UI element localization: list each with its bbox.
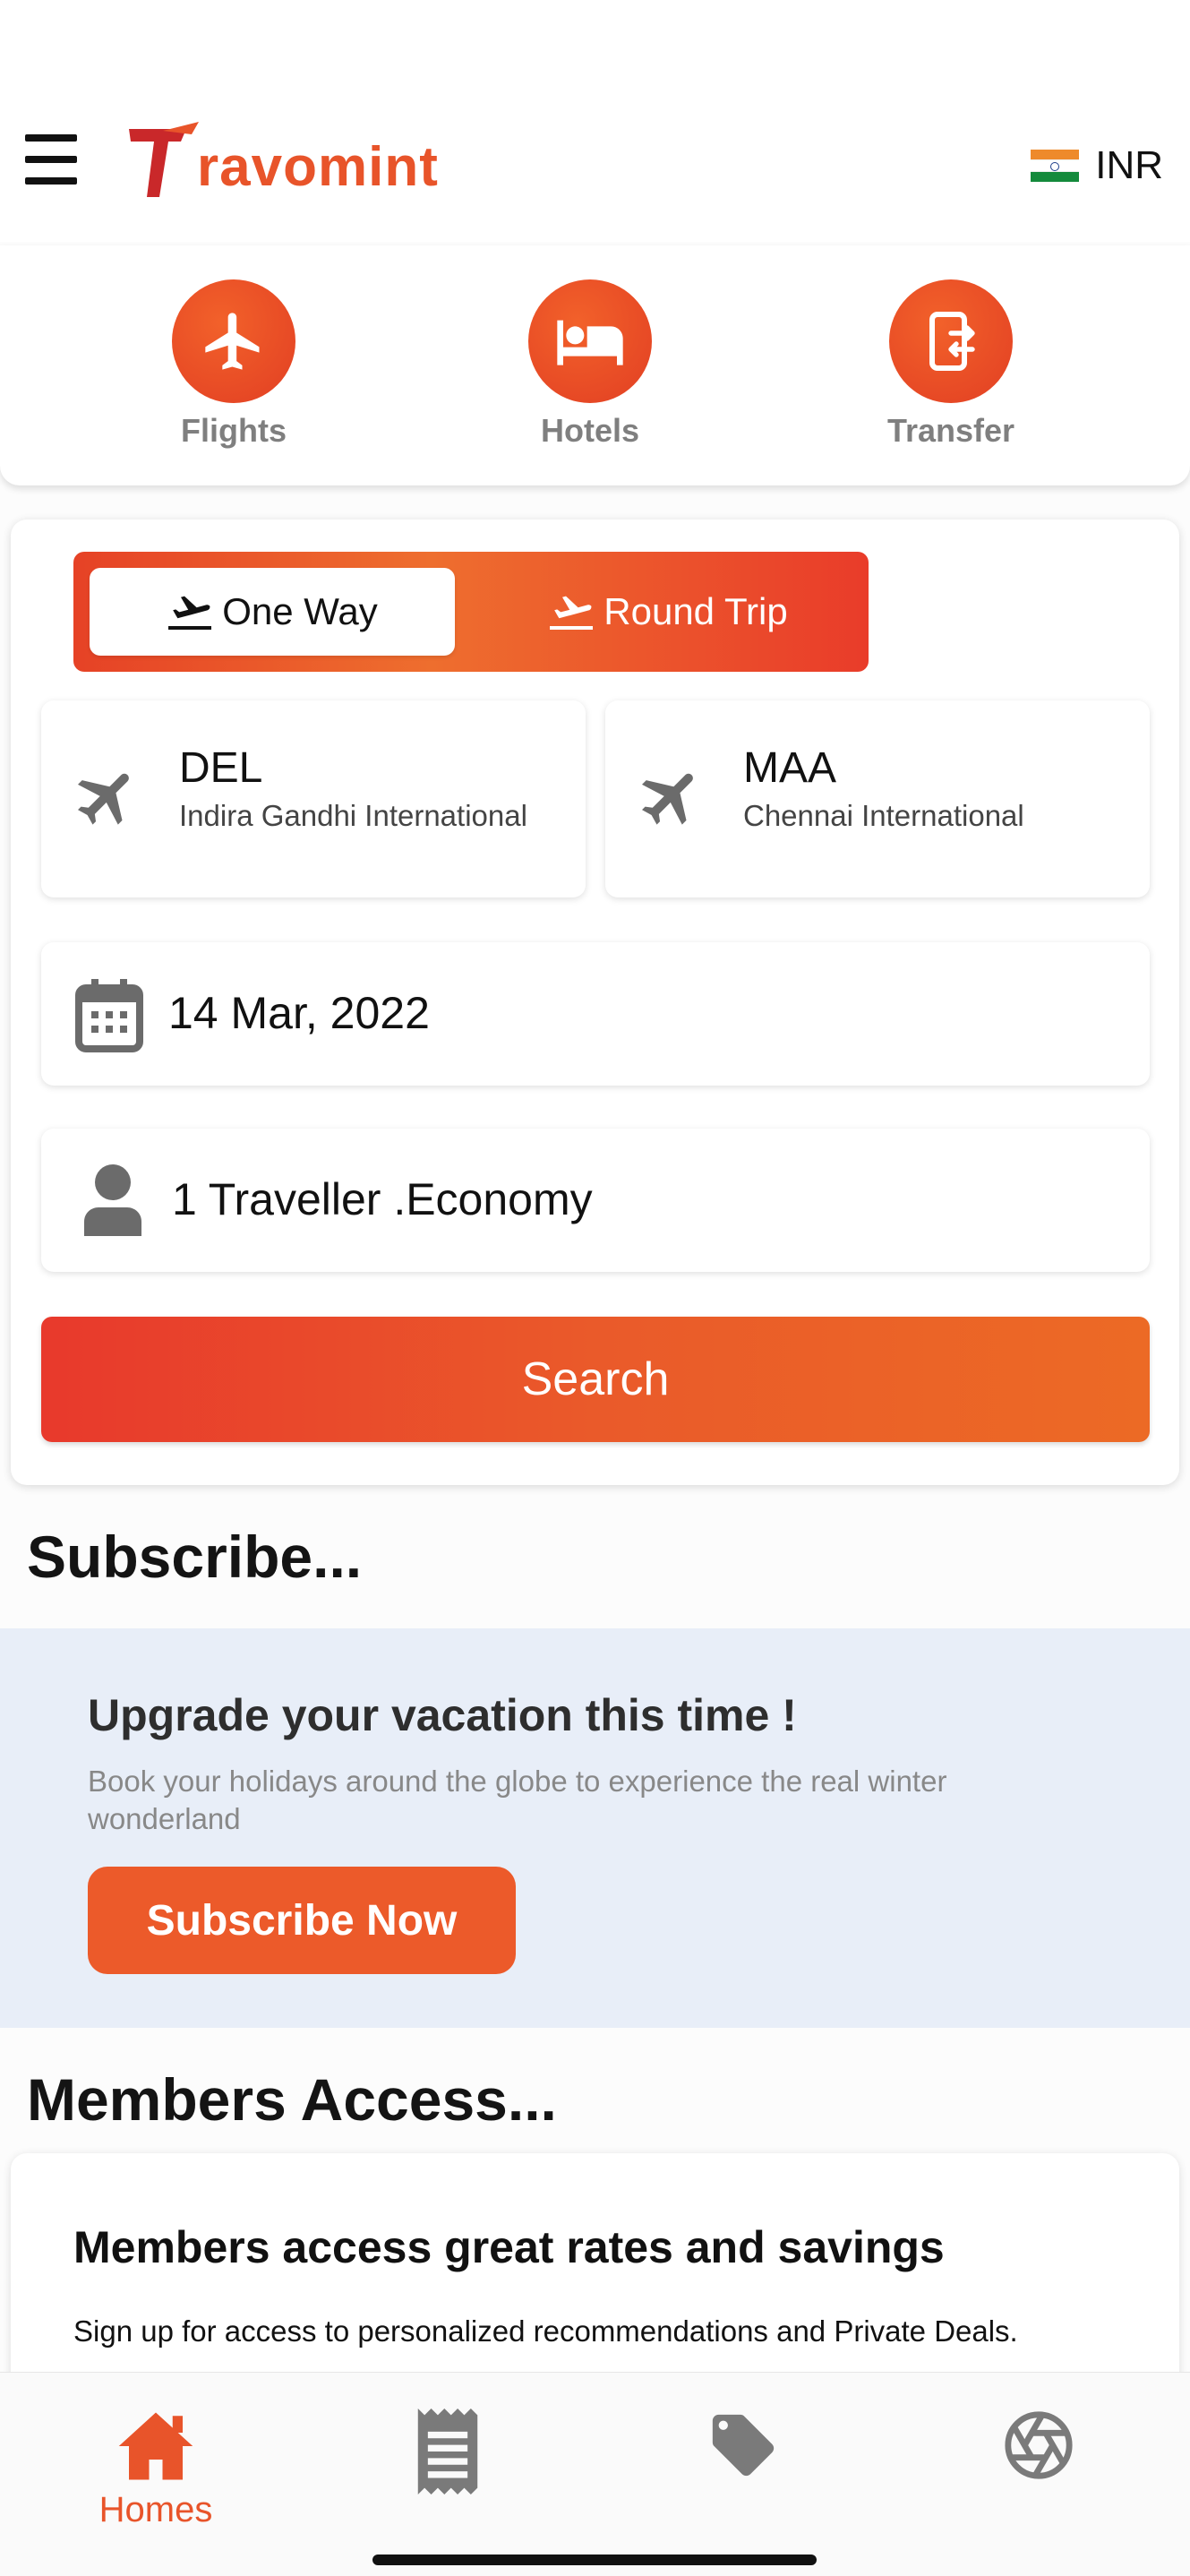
from-airport-field[interactable]: DEL Indira Gandhi International [41, 700, 586, 897]
tab-one-way[interactable]: One Way [90, 568, 455, 656]
subscribe-heading: Upgrade your vacation this time ! [88, 1690, 797, 1740]
brand-name: ravomint [197, 136, 439, 198]
receipt-icon [417, 2409, 478, 2494]
page: ravomint INR Flights Hotels Transfer One… [0, 0, 1190, 2576]
nav-bookings[interactable] [367, 2409, 528, 2499]
service-label: Transfer [886, 412, 1015, 449]
to-airport-code: MAA [743, 744, 837, 792]
services-bar: Flights Hotels Transfer [0, 245, 1190, 485]
from-airport-name: Indira Gandhi International [179, 799, 527, 832]
trip-type-toggle: One Way Round Trip [73, 552, 869, 672]
tab-round-trip[interactable]: Round Trip [485, 568, 851, 656]
subscribe-banner: Upgrade your vacation this time ! Book y… [0, 1628, 1190, 2028]
members-heading: Members access great rates and savings [73, 2222, 945, 2272]
calendar-icon [75, 979, 143, 1052]
takeoff-icon [550, 596, 594, 630]
bed-icon [528, 279, 652, 403]
service-hotels[interactable]: Hotels [501, 279, 680, 450]
departure-date-field[interactable]: 14 Mar, 2022 [41, 942, 1150, 1086]
trip-option-label: One Way [222, 590, 378, 632]
bottom-navigation: Homes [0, 2372, 1190, 2576]
subscribe-section-title: Subscribe... [27, 1524, 363, 1590]
tag-icon [712, 2414, 775, 2477]
service-flights[interactable]: Flights [144, 279, 323, 450]
airplane-icon [78, 773, 129, 825]
nav-home[interactable]: Homes [75, 2409, 236, 2530]
currency-label: INR [1095, 143, 1163, 187]
airplane-icon [172, 279, 295, 403]
trip-option-label: Round Trip [604, 590, 788, 632]
nav-explore[interactable] [958, 2409, 1119, 2486]
to-airport-field[interactable]: MAA Chennai International [605, 700, 1150, 897]
members-section-title: Members Access... [27, 2066, 557, 2133]
travellers-field[interactable]: 1 Traveller .Economy [41, 1129, 1150, 1272]
service-transfer[interactable]: Transfer [861, 279, 1040, 450]
to-airport-name: Chennai International [743, 799, 1024, 832]
subscribe-now-button[interactable]: Subscribe Now [88, 1867, 516, 1974]
user-icon [84, 1164, 141, 1236]
from-airport-code: DEL [179, 744, 263, 792]
nav-deals[interactable] [663, 2409, 824, 2486]
members-description: Sign up for access to personalized recom… [73, 2314, 1018, 2348]
subscribe-description: Book your holidays around the globe to e… [88, 1765, 947, 1835]
departure-date: 14 Mar, 2022 [168, 988, 430, 1038]
menu-icon[interactable] [23, 134, 81, 185]
india-flag-icon [1031, 150, 1080, 182]
currency-selector[interactable]: INR [1031, 143, 1163, 188]
flight-search-card: One Way Round Trip DEL Indira Gandhi Int… [11, 519, 1179, 1485]
app-header: ravomint INR [0, 0, 1190, 242]
travellers-summary: 1 Traveller .Economy [172, 1174, 593, 1224]
takeoff-icon [168, 596, 212, 630]
logo-mark-icon [129, 122, 199, 197]
nav-label: Homes [98, 2490, 213, 2529]
service-label: Flights [181, 412, 287, 449]
aperture-icon [1005, 2411, 1073, 2479]
service-label: Hotels [540, 412, 640, 449]
airplane-icon [642, 773, 693, 825]
home-indicator[interactable] [372, 2555, 817, 2565]
search-button[interactable]: Search [41, 1317, 1150, 1442]
transfer-icon [889, 279, 1013, 403]
home-icon [118, 2412, 193, 2480]
brand-logo[interactable]: ravomint [127, 118, 439, 199]
